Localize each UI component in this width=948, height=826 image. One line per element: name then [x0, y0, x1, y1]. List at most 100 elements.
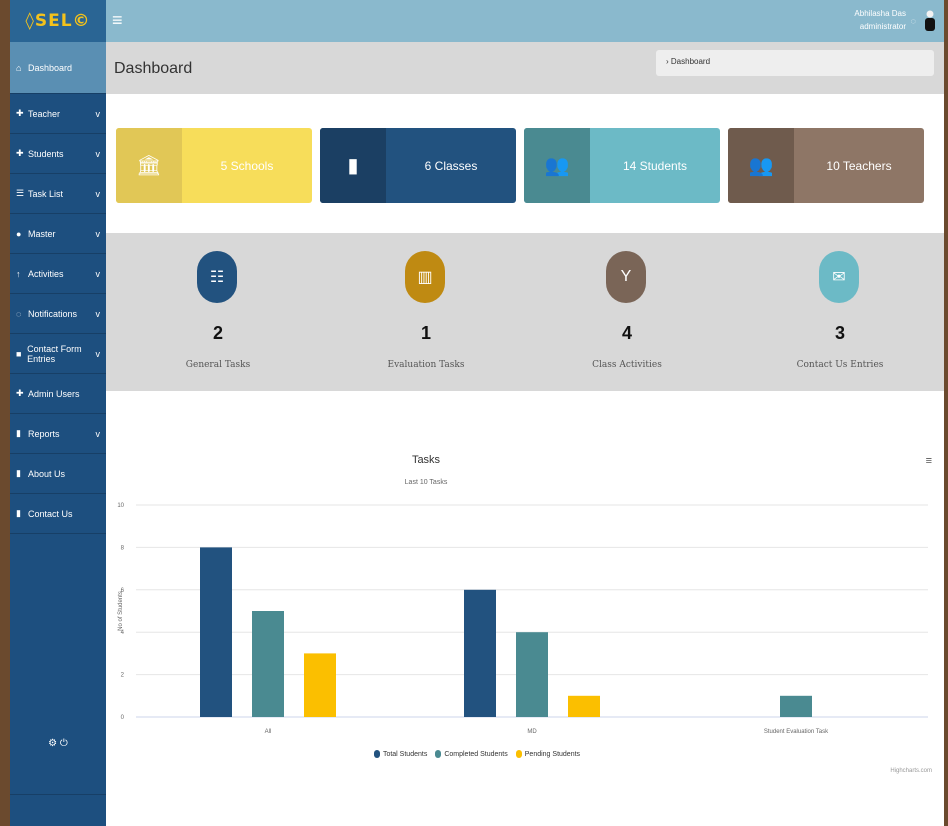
bar	[780, 695, 812, 717]
legend-item[interactable]: Pending Students	[515, 750, 581, 758]
sidebar-item-task-list[interactable]: ☰ Task List v	[10, 174, 106, 214]
legend-item[interactable]: Total Students	[373, 750, 428, 758]
settings-power-icons[interactable]: ⚙ ⏻	[10, 738, 106, 749]
y-tick-label: 8	[121, 545, 125, 551]
user-name: Abhilasha Das	[854, 9, 906, 18]
legend-label: Pending Students	[524, 750, 581, 758]
brand-logo[interactable]: ◊ SEL ©	[10, 0, 106, 42]
task-label: Class Activities	[592, 360, 662, 370]
master-icon: ●	[16, 228, 22, 239]
logo-circle-icon: ©	[72, 11, 91, 31]
topbar: ≡ Abhilasha Das administrator ◌	[106, 0, 944, 42]
about-icon: ▮	[16, 468, 21, 478]
sidebar-item-label: Task List	[28, 188, 64, 199]
user-avatar-icon[interactable]	[924, 10, 936, 32]
stat-cards: 🏛 5 Schools ▮ 6 Classes 👥 14 Students 👥 10 Teac…	[116, 128, 924, 203]
sidebar-item-activities[interactable]: ↑ Activities v	[10, 254, 106, 294]
logo-mark-icon: ◊	[25, 11, 35, 31]
app-frame: ◊ SEL © ⌂ Dashboard ✚ Teacher v ✚ Students v ☰ Task…	[10, 0, 944, 826]
sidebar-item-label: Teacher	[28, 108, 61, 119]
sidebar-item-label: Reports	[28, 428, 60, 439]
contact-icon: ▮	[16, 508, 21, 518]
notification-bell-icon[interactable]: ◌	[911, 16, 916, 26]
sidebar-item-label: About Us	[28, 468, 66, 479]
activities-icon: ↑	[16, 268, 21, 279]
school-icon: 🏛	[116, 128, 182, 203]
stat-card[interactable]: 🏛 5 Schools	[116, 128, 312, 203]
home-icon: ⌂	[16, 62, 22, 73]
sidebar-item-reports[interactable]: ▮ Reports v	[10, 414, 106, 454]
chart-menu-icon[interactable]: ≡	[926, 455, 932, 467]
chevron-down-icon: v	[95, 148, 101, 159]
stat-label: 5 Schools	[220, 158, 274, 173]
bar	[568, 695, 600, 717]
task-label: Contact Us Entries	[796, 360, 884, 370]
legend-item[interactable]: Completed Students	[435, 750, 508, 758]
envelope-icon: ✉	[819, 251, 859, 303]
sidebar-footer: ⚙ ⏻	[10, 706, 106, 826]
reports-icon: ▮	[16, 428, 21, 438]
sidebar-item-dashboard[interactable]: ⌂ Dashboard	[10, 42, 106, 94]
legend-label: Total Students	[382, 750, 428, 758]
sidebar-item-label: Activities	[28, 268, 64, 279]
task-summary: ☷ 2 General Tasks ▥ 1 Evaluation Tasks Y 4 Class…	[106, 233, 944, 391]
form-icon: ■	[16, 348, 22, 359]
task-count: 4	[621, 323, 632, 343]
chevron-down-icon: v	[95, 268, 101, 279]
user-group-icon: ✚	[16, 108, 24, 118]
page-title: Dashboard	[114, 60, 193, 77]
x-tick-label: Student Evaluation Task	[764, 729, 829, 735]
user-info[interactable]: Abhilasha Das administrator	[854, 7, 906, 33]
bar	[464, 589, 496, 717]
bar	[304, 653, 336, 717]
chevron-down-icon: v	[95, 308, 101, 319]
stat-card[interactable]: ▮ 6 Classes	[320, 128, 516, 203]
sidebar-item-contact-form-entries[interactable]: ■ Contact Form Entries v	[10, 334, 106, 374]
chevron-down-icon: v	[95, 188, 101, 199]
chart-credit[interactable]: Highcharts.com	[890, 768, 932, 774]
sidebar-item-label: Admin Users	[28, 388, 80, 399]
legend-label: Completed Students	[444, 750, 508, 758]
sidebar-item-label: Contact Us	[28, 508, 73, 519]
breadcrumb[interactable]: › Dashboard	[656, 50, 934, 76]
task-count: 1	[420, 323, 431, 343]
stat-card[interactable]: 👥 10 Teachers	[728, 128, 924, 203]
stat-label: 6 Classes	[424, 158, 478, 173]
bell-icon: ◌	[16, 308, 22, 319]
task-label: Evaluation Tasks	[387, 360, 465, 370]
sidebar-item-teacher[interactable]: ✚ Teacher v	[10, 94, 106, 134]
stat-label: 14 Students	[622, 158, 688, 173]
bar	[200, 547, 232, 717]
menu-toggle-icon[interactable]: ≡	[112, 11, 123, 29]
bar	[516, 632, 548, 717]
sidebar-item-students[interactable]: ✚ Students v	[10, 134, 106, 174]
legend-marker	[515, 750, 522, 758]
sidebar-item-admin-users[interactable]: ✚ Admin Users	[10, 374, 106, 414]
students-icon: ✚	[16, 148, 24, 158]
y-axis-label: No of Students	[118, 591, 124, 631]
legend-marker	[435, 750, 442, 758]
task-count: 2	[212, 323, 223, 343]
x-tick-label: MD	[527, 729, 537, 735]
sidebar-item-master[interactable]: ● Master v	[10, 214, 106, 254]
x-tick-label: All	[265, 729, 272, 735]
tasks-chart: 0246810No of StudentsAll MD Student Evalua…	[117, 503, 928, 735]
logo-text: SEL	[34, 11, 73, 31]
sidebar-item-label: Notifications	[28, 308, 78, 319]
sidebar-item-label: Contact Form Entries	[27, 343, 82, 364]
task-count: 3	[834, 323, 845, 343]
sidebar-item-notifications[interactable]: ◌ Notifications v	[10, 294, 106, 334]
chevron-down-icon: v	[95, 348, 101, 359]
stat-label: 10 Teachers	[826, 158, 892, 173]
sidebar-footer-divider	[10, 794, 106, 795]
admin-icon: ✚	[16, 388, 24, 398]
sidebar-item-contact-us[interactable]: ▮ Contact Us	[10, 494, 106, 534]
sidebar-item-label: Students	[28, 148, 64, 159]
teachers-group-icon: 👥	[728, 128, 794, 203]
sidebar-item-about-us[interactable]: ▮ About Us	[10, 454, 106, 494]
legend-marker	[373, 750, 380, 758]
suitcase-icon: ▮	[320, 128, 386, 203]
chevron-down-icon: v	[95, 428, 101, 439]
stat-card[interactable]: 👥 14 Students	[524, 128, 720, 203]
task-label: General Tasks	[185, 360, 251, 370]
